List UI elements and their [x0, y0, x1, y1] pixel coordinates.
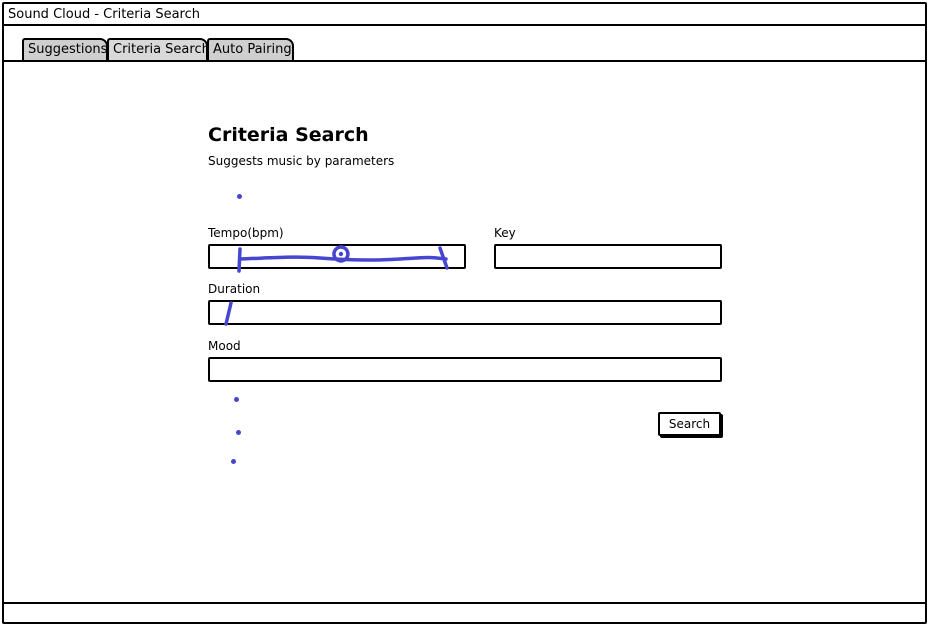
slider-min-stop: [237, 247, 242, 273]
tab-criteria-search-label: Criteria Search: [113, 42, 210, 57]
tab-auto-pairing-label: Auto Pairing: [213, 42, 292, 57]
window-title: Sound Cloud - Criteria Search: [8, 7, 201, 22]
annotation-dot: [237, 194, 242, 199]
mood-label: Mood: [208, 339, 241, 353]
key-input[interactable]: [494, 244, 722, 269]
page-title: Criteria Search: [208, 124, 369, 146]
annotation-dot: [231, 459, 236, 464]
tempo-slider-drawing: [237, 245, 449, 273]
duration-cursor-mark: [224, 301, 233, 326]
annotation-dot: [234, 397, 239, 402]
tempo-slider[interactable]: [208, 244, 466, 273]
main-content: Criteria Search Suggests music by parame…: [4, 62, 925, 602]
duration-input[interactable]: [208, 300, 722, 326]
tab-criteria-search[interactable]: Criteria Search: [107, 38, 210, 60]
page-subtitle: Suggests music by parameters: [208, 154, 395, 168]
tab-bar: Suggestions Criteria Search Auto Pairing: [4, 26, 925, 62]
tempo-label: Tempo(bpm): [208, 226, 284, 240]
tab-auto-pairing[interactable]: Auto Pairing: [207, 38, 294, 60]
duration-label: Duration: [208, 282, 261, 296]
tab-suggestions[interactable]: Suggestions: [22, 38, 108, 60]
search-button[interactable]: Search: [658, 412, 721, 436]
status-bar: [4, 602, 925, 622]
tab-suggestions-label: Suggestions: [28, 42, 108, 57]
annotation-dot: [236, 430, 241, 435]
key-label: Key: [494, 226, 516, 240]
app-window: Sound Cloud - Criteria Search Suggestion…: [2, 2, 927, 624]
mood-input[interactable]: [208, 357, 722, 382]
title-bar: Sound Cloud - Criteria Search: [4, 4, 925, 26]
slider-thumb-core: [338, 251, 344, 257]
